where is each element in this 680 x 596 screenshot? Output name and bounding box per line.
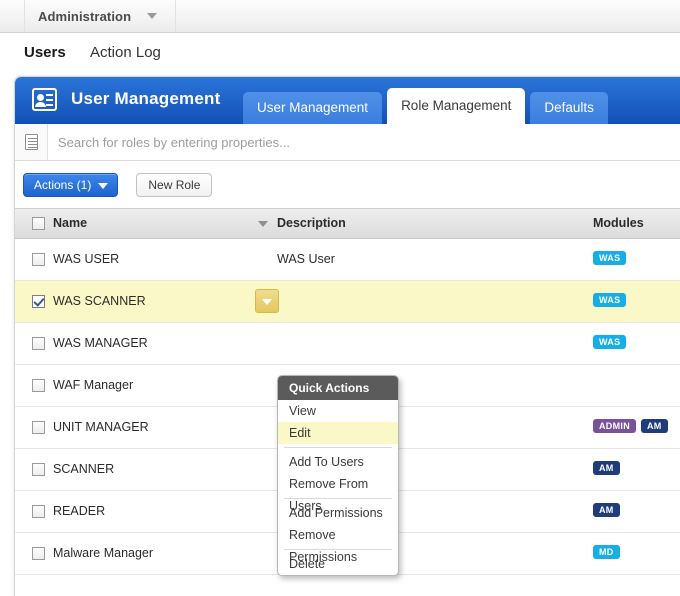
table-header-row: Name Description Modules [15,208,680,239]
new-role-button[interactable]: New Role [136,172,213,197]
module-badge: AM [593,503,620,517]
administration-menu-label: Administration [38,8,132,24]
subnav-item-users[interactable]: Users [24,44,66,61]
cell-role-name: READER [53,504,106,518]
column-header-modules[interactable]: Modules [593,216,644,230]
cell-modules: MD [593,545,620,559]
menu-separator [284,447,392,448]
cell-role-name: WAS SCANNER [53,294,146,308]
module-badge: WAS [593,293,627,307]
cell-role-name: SCANNER [53,462,115,476]
row-checkbox[interactable] [32,547,45,560]
user-management-panel: User Management User Management Role Man… [14,76,680,596]
chevron-down-icon [147,13,157,19]
tab-defaults[interactable]: Defaults [530,92,608,124]
cell-modules: WAS [593,335,627,349]
sort-descending-icon[interactable] [258,221,268,227]
quick-actions-menu: Quick Actions View Edit Add To Users Remove… [277,375,399,576]
cell-modules: AM [593,503,620,517]
quick-action-add-permissions[interactable]: Add Permissions [278,502,398,524]
row-checkbox[interactable] [32,463,45,476]
row-checkbox[interactable] [32,337,45,350]
row-checkbox[interactable] [32,295,45,308]
module-badge: ADMIN [593,419,636,433]
quick-action-add-to-users[interactable]: Add To Users [278,451,398,473]
cell-role-name: WAS USER [53,252,120,266]
cell-modules: AM [593,461,620,475]
tab-user-management[interactable]: User Management [243,92,383,124]
row-quick-actions-toggle[interactable] [255,289,279,313]
column-header-description[interactable]: Description [277,216,346,230]
quick-actions-title: Quick Actions [278,376,398,400]
search-bar [15,124,680,161]
cell-role-description: WAS User [277,252,335,266]
module-badge: MD [593,545,620,559]
actions-button-label: Actions (1) [34,177,92,192]
module-header: User Management User Management Role Man… [15,77,680,124]
row-checkbox[interactable] [32,253,45,266]
sub-navigation: Users Action Log [0,33,680,73]
quick-action-remove-permissions[interactable]: Remove Permissions [278,524,398,564]
row-checkbox[interactable] [32,379,45,392]
table-row[interactable]: WAS USER WAS User WAS [15,239,680,281]
application-bar: Administration [0,0,680,33]
column-header-name[interactable]: Name [53,216,87,230]
select-all-checkbox[interactable] [32,217,45,230]
cell-modules: WAS [593,293,627,307]
chevron-down-icon [98,182,109,189]
module-badge: WAS [593,335,627,349]
module-badge: WAS [593,251,627,265]
cell-role-name: WAF Manager [53,378,134,392]
row-checkbox[interactable] [32,505,45,518]
module-badge: AM [641,419,668,433]
quick-action-view[interactable]: View [278,400,398,422]
user-badge-icon [32,88,57,111]
cell-role-name: Malware Manager [53,546,154,560]
administration-menu[interactable]: Administration [24,0,176,32]
search-input[interactable] [48,124,680,160]
cell-modules: WAS [593,251,627,265]
module-title: User Management [71,89,221,108]
quick-action-edit[interactable]: Edit [278,422,398,444]
table-toolbar: Actions (1) New Role [15,161,680,208]
quick-actions-list: View Edit Add To Users Remove From Users Add… [278,400,398,575]
table-row[interactable]: WAS MANAGER WAS [15,323,680,365]
list-properties-icon[interactable] [15,124,48,160]
cell-role-name: WAS MANAGER [53,336,148,350]
module-badge: AM [593,461,620,475]
tab-role-management[interactable]: Role Management [387,88,526,124]
table-row[interactable]: WAS SCANNER WAS [15,281,680,323]
row-checkbox[interactable] [32,421,45,434]
cell-modules: ADMIN AM [593,419,668,433]
cell-role-name: UNIT MANAGER [53,420,149,434]
module-tabs: User Management Role Management Defaults [243,88,613,124]
actions-button[interactable]: Actions (1) [23,172,119,197]
subnav-item-action-log[interactable]: Action Log [90,44,161,61]
quick-action-remove-from-users[interactable]: Remove From Users [278,473,398,513]
